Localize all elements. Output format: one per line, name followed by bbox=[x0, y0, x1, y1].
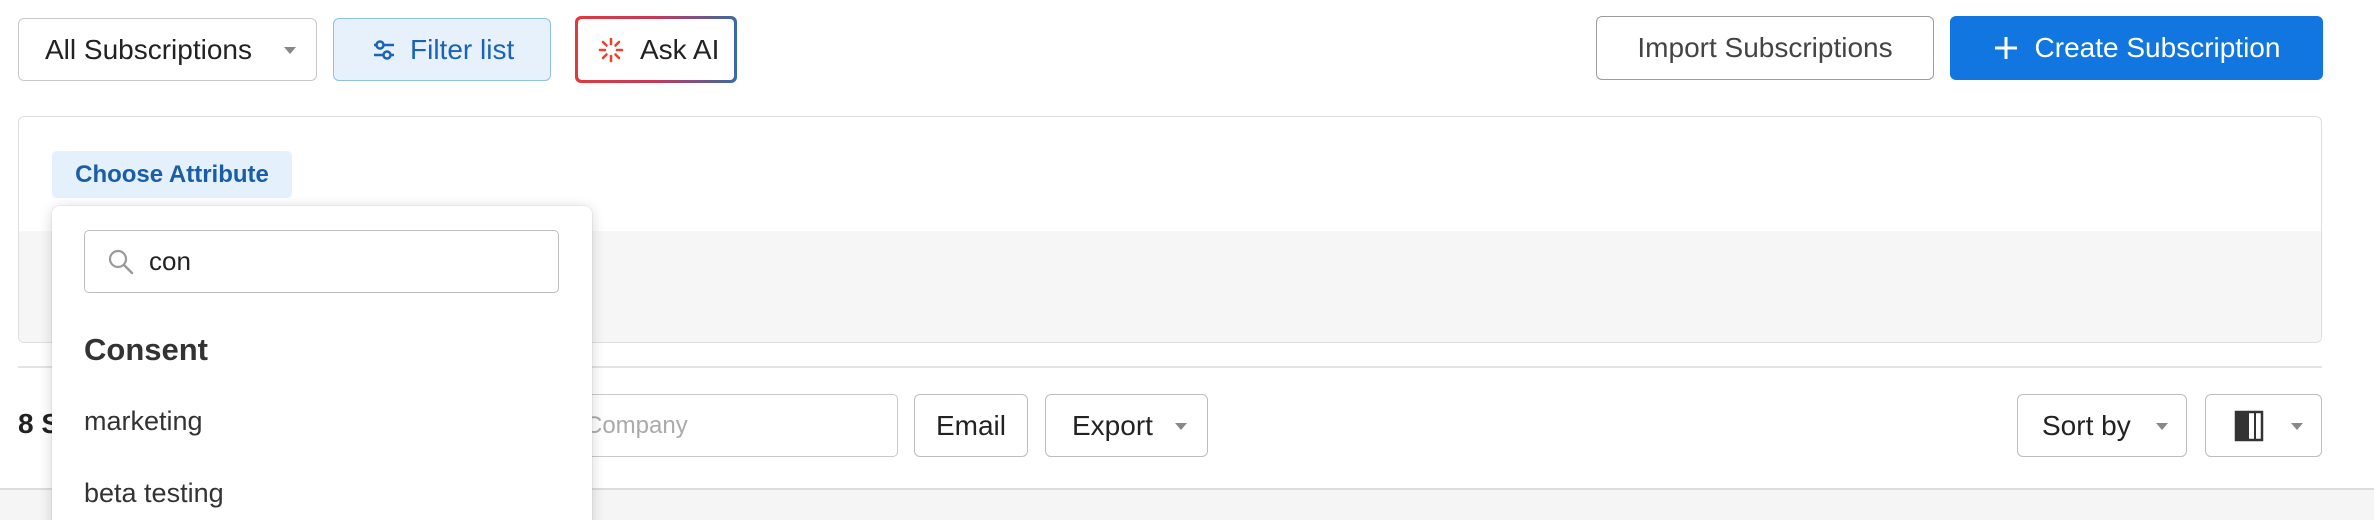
attribute-search-input[interactable] bbox=[149, 246, 509, 277]
filter-list-button[interactable]: Filter list bbox=[333, 18, 551, 81]
email-label: Email bbox=[935, 409, 1006, 441]
attribute-search-field[interactable] bbox=[84, 230, 559, 293]
view-select[interactable]: All Subscriptions bbox=[18, 18, 317, 81]
search-icon bbox=[108, 249, 134, 274]
export-button[interactable]: Export bbox=[1045, 394, 1208, 457]
filter-list-label: Filter list bbox=[410, 33, 515, 65]
create-subscription-button[interactable]: Create Subscription bbox=[1950, 16, 2323, 80]
sparkle-spinner-icon bbox=[598, 37, 624, 62]
attribute-option-beta-testing[interactable]: beta testing bbox=[84, 478, 224, 509]
ask-ai-label: Ask AI bbox=[640, 33, 720, 65]
chevron-down-icon bbox=[2156, 423, 2168, 430]
import-subscriptions-button[interactable]: Import Subscriptions bbox=[1596, 16, 1934, 80]
sliders-icon bbox=[374, 39, 394, 60]
export-label: Export bbox=[1072, 409, 1153, 441]
choose-attribute-label: Choose Attribute bbox=[75, 160, 269, 188]
choose-attribute-button[interactable]: Choose Attribute bbox=[52, 151, 292, 198]
chevron-down-icon bbox=[2291, 423, 2303, 430]
chevron-down-icon bbox=[284, 47, 296, 54]
attribute-dropdown: Consent marketing beta testing bbox=[52, 206, 592, 520]
company-search-placeholder: Company bbox=[585, 411, 688, 439]
ask-ai-button[interactable]: Ask AI bbox=[575, 16, 737, 83]
import-subscriptions-label: Import Subscriptions bbox=[1637, 32, 1893, 63]
attribute-option-marketing[interactable]: marketing bbox=[84, 406, 203, 437]
sort-by-button[interactable]: Sort by bbox=[2017, 394, 2187, 457]
column-toggle-icon bbox=[2234, 410, 2264, 442]
email-button[interactable]: Email bbox=[914, 394, 1028, 457]
create-subscription-label: Create Subscription bbox=[2034, 32, 2281, 63]
column-toggle-button[interactable] bbox=[2205, 394, 2322, 457]
plus-icon bbox=[1994, 37, 2017, 59]
sort-by-label: Sort by bbox=[2042, 409, 2131, 441]
view-select-label: All Subscriptions bbox=[45, 33, 252, 65]
chevron-down-icon bbox=[1175, 423, 1187, 430]
company-search-input[interactable]: Company bbox=[560, 394, 898, 457]
group-heading-consent: Consent bbox=[84, 332, 208, 367]
